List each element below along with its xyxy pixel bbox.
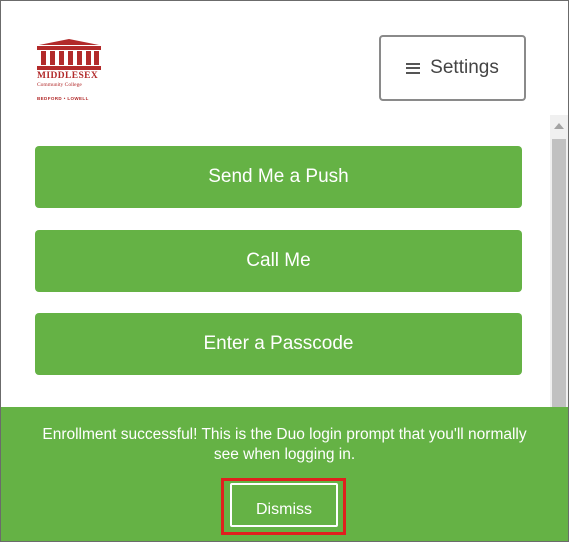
hamburger-menu-icon [406, 62, 421, 74]
logo-subtitle: Community College [37, 82, 82, 88]
scrollbar-thumb[interactable] [552, 139, 566, 407]
duo-prompt-frame: MIDDLESEX Community College BEDFORD • LO… [0, 0, 569, 542]
call-me-button[interactable]: Call Me [35, 230, 522, 292]
vertical-scrollbar[interactable] [550, 115, 568, 407]
logo-locations: BEDFORD • LOWELL [37, 96, 89, 101]
scroll-up-arrow-icon[interactable] [550, 119, 568, 133]
enter-passcode-label: Enter a Passcode [203, 333, 354, 354]
building-columns-icon [37, 39, 101, 70]
dismiss-button-label: Dismiss [256, 500, 312, 518]
enrollment-success-banner: Enrollment successful! This is the Duo l… [1, 407, 568, 541]
dismiss-button[interactable]: Dismiss [230, 483, 338, 527]
settings-button[interactable]: Settings [379, 35, 526, 101]
send-push-button[interactable]: Send Me a Push [35, 146, 522, 208]
settings-button-label: Settings [430, 57, 499, 78]
enter-passcode-button[interactable]: Enter a Passcode [35, 313, 522, 375]
college-logo: MIDDLESEX Community College BEDFORD • LO… [37, 39, 125, 111]
banner-message: Enrollment successful! This is the Duo l… [42, 426, 527, 463]
send-push-label: Send Me a Push [208, 166, 349, 187]
logo-college-name: MIDDLESEX [37, 71, 99, 81]
call-me-label: Call Me [246, 250, 311, 271]
